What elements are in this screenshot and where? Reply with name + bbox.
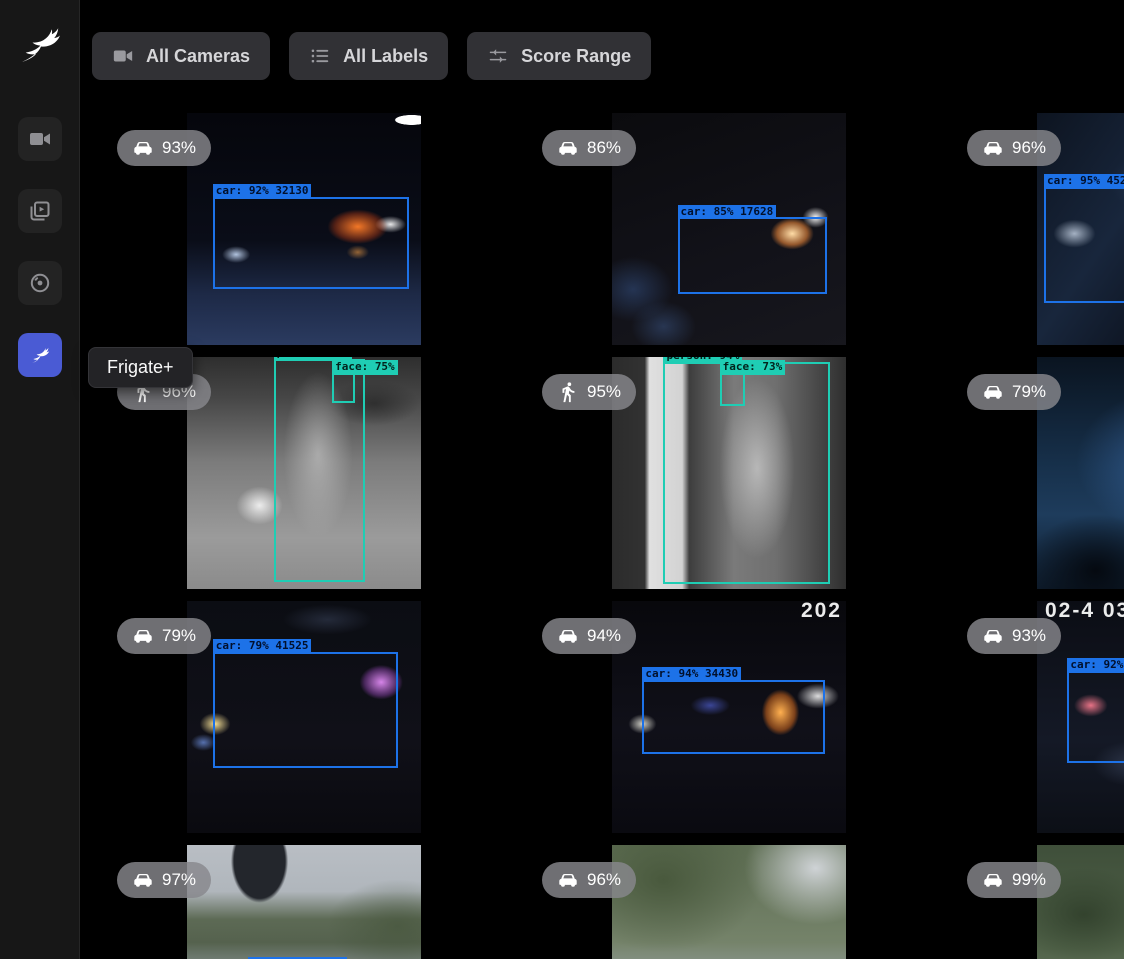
detection-thumbnail[interactable]: person: 94%face: 73% xyxy=(612,357,846,589)
score-badge-value: 93% xyxy=(1012,626,1046,646)
car-box-label: car: 94% 34430 xyxy=(642,667,741,682)
score-badge: 95% xyxy=(542,374,636,410)
filter-button-label: All Cameras xyxy=(146,46,250,67)
score-badge-value: 95% xyxy=(587,382,621,402)
frigate-logo-icon xyxy=(14,16,66,72)
score-badge: 93% xyxy=(967,618,1061,654)
face-box-label: face: 75% xyxy=(332,360,398,375)
car-icon xyxy=(557,625,579,647)
camera-timestamp-fragment: 02-4 03 xyxy=(1045,601,1124,623)
score-badge-value: 86% xyxy=(587,138,621,158)
car-icon xyxy=(132,137,154,159)
detection-tile[interactable]: 79%car: 79% xyxy=(942,357,1124,589)
car-box-label: car: 92% 32130 xyxy=(213,184,312,199)
car-icon xyxy=(982,869,1004,891)
car-icon xyxy=(132,625,154,647)
detection-thumbnail[interactable]: person: 96%face: 75% xyxy=(187,357,421,589)
filter-button-label: All Labels xyxy=(343,46,428,67)
sidebar-nav xyxy=(0,117,80,377)
car-bounding-box: car: 94% 34430 xyxy=(642,680,825,754)
score-badge-value: 79% xyxy=(162,626,196,646)
score-badge: 99% xyxy=(967,862,1061,898)
frigate-plus-tooltip: Frigate+ xyxy=(88,347,193,388)
camera-icon xyxy=(112,45,134,67)
main-content: All Cameras All Labels Score Range 93% car:… xyxy=(80,0,1124,959)
score-badge-value: 94% xyxy=(587,626,621,646)
detection-tile[interactable]: 86% car: 85% 17628 xyxy=(517,113,942,345)
explore-icon xyxy=(28,271,52,295)
person-icon xyxy=(557,381,579,403)
car-box-label: car: 79% 41525 xyxy=(213,639,312,654)
score-badge: 86% xyxy=(542,130,636,166)
detection-thumbnail[interactable]: car: 79% 41525 xyxy=(187,601,421,833)
detection-tile[interactable]: 96% car: 95% 45260 xyxy=(942,113,1124,345)
car-bounding-box: car: 79% 41525 xyxy=(213,652,398,768)
car-icon xyxy=(132,869,154,891)
camera-timestamp-fragment: 202 xyxy=(801,601,842,623)
detection-thumbnail[interactable]: car: 99% 25 xyxy=(1037,845,1124,959)
car-bounding-box: car: 92% 4218 xyxy=(1067,671,1124,764)
sidebar-item-frigate-plus[interactable] xyxy=(18,333,62,377)
face-box-label: face: 73% xyxy=(720,360,786,375)
sidebar xyxy=(0,0,80,959)
detection-tile[interactable]: 95%person: 94%face: 73% xyxy=(517,357,942,589)
detection-tile[interactable]: 97%car: 97% 40432 xyxy=(92,845,517,959)
car-box-label: car: 85% 17628 xyxy=(678,205,777,220)
cameras-filter-button[interactable]: All Cameras xyxy=(92,32,270,80)
score-badge: 93% xyxy=(117,130,211,166)
detection-tile[interactable]: 96%person: 96%face: 75% xyxy=(92,357,517,589)
frigate-app: Frigate+ All Cameras All Labels Score Rang… xyxy=(0,0,1124,959)
car-icon xyxy=(982,137,1004,159)
detection-thumbnail[interactable]: car: 92% 32130 xyxy=(187,113,421,345)
labels-filter-button[interactable]: All Labels xyxy=(289,32,448,80)
filter-toolbar: All Cameras All Labels Score Range xyxy=(80,0,1124,80)
score-badge: 96% xyxy=(967,130,1061,166)
detection-tile[interactable]: 93% car: 92% 32130 xyxy=(92,113,517,345)
sidebar-item-explore[interactable] xyxy=(18,261,62,305)
detection-thumbnail[interactable]: 202 car: 94% 34430 xyxy=(612,601,846,833)
camera-icon xyxy=(28,127,52,151)
car-icon xyxy=(557,869,579,891)
detections-grid: 93%car: 92% 3213086%car: 85% 1762896%car… xyxy=(92,113,1124,959)
score-badge-value: 99% xyxy=(1012,870,1046,890)
detection-thumbnail[interactable]: car: 85% 17628 xyxy=(612,113,846,345)
score-badge-value: 97% xyxy=(162,870,196,890)
sidebar-item-review[interactable] xyxy=(18,189,62,233)
car-icon xyxy=(557,137,579,159)
filter-button-label: Score Range xyxy=(521,46,631,67)
score-badge: 94% xyxy=(542,618,636,654)
car-bounding-box: car: 92% 32130 xyxy=(213,197,410,290)
person-bounding-box: person: 94% xyxy=(663,362,829,585)
detection-tile[interactable]: 96%car: 96% 29493 xyxy=(517,845,942,959)
detection-tile[interactable]: 79% car: 79% 41525 xyxy=(92,601,517,833)
sidebar-item-live[interactable] xyxy=(18,117,62,161)
detection-tile[interactable]: 94% 202 car: 94% 34430 xyxy=(517,601,942,833)
car-icon xyxy=(982,625,1004,647)
score-badge: 97% xyxy=(117,862,211,898)
detection-thumbnail[interactable]: car: 96% 29493 xyxy=(612,845,846,959)
score-badge: 79% xyxy=(967,374,1061,410)
score-badge-value: 79% xyxy=(1012,382,1046,402)
sliders-icon xyxy=(487,45,509,67)
car-box-label: car: 92% 4218 xyxy=(1067,658,1124,673)
frigate-bird-icon xyxy=(28,343,52,367)
car-icon xyxy=(982,381,1004,403)
car-bounding-box: car: 95% 45260 xyxy=(1044,187,1124,303)
list-icon xyxy=(309,45,331,67)
car-bounding-box: car: 85% 17628 xyxy=(678,217,828,294)
detection-thumbnail[interactable]: car: 97% 40432 xyxy=(187,845,421,959)
review-icon xyxy=(28,199,52,223)
detection-tile[interactable]: 99%car: 99% 25 xyxy=(942,845,1124,959)
detection-tile[interactable]: 93% 02-4 03 car: 92% 4218 xyxy=(942,601,1124,833)
score-badge: 79% xyxy=(117,618,211,654)
score-badge-value: 96% xyxy=(1012,138,1046,158)
face-bounding-box: face: 73% xyxy=(720,373,746,405)
score-badge-value: 93% xyxy=(162,138,196,158)
score-filter-button[interactable]: Score Range xyxy=(467,32,651,80)
score-badge-value: 96% xyxy=(587,870,621,890)
face-bounding-box: face: 75% xyxy=(332,373,355,403)
score-badge: 96% xyxy=(542,862,636,898)
car-box-label: car: 95% 45260 xyxy=(1044,174,1124,189)
